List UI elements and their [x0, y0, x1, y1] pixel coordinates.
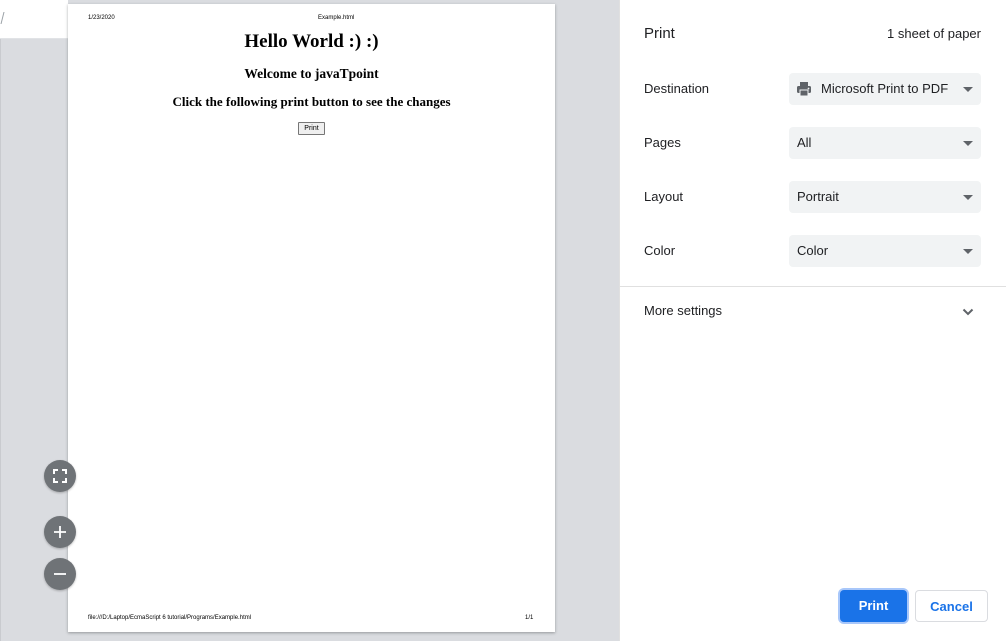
preview-print-button: Print [298, 122, 325, 135]
destination-value: Microsoft Print to PDF [821, 81, 949, 96]
print-preview-area: 1/23/2020 Example.html Hello World :) :)… [0, 0, 619, 641]
pages-select[interactable]: All [789, 127, 981, 159]
layout-select[interactable]: Portrait [789, 181, 981, 213]
fit-to-page-icon [53, 469, 67, 483]
color-label: Color [644, 243, 676, 258]
more-settings-toggle[interactable]: More settings [620, 287, 1006, 335]
chevron-down-icon [962, 308, 974, 316]
layout-value: Portrait [797, 189, 839, 204]
preview-page: 1/23/2020 Example.html Hello World :) :)… [68, 4, 555, 632]
page-header-date: 1/23/2020 [88, 15, 115, 21]
cancel-button[interactable]: Cancel [915, 590, 988, 622]
zoom-in-button[interactable] [44, 516, 76, 548]
print-button[interactable]: Print [840, 590, 907, 622]
print-settings-panel: Print 1 sheet of paper Destination Micro… [619, 0, 1006, 641]
page-footer-page-number: 1/1 [525, 615, 534, 621]
color-select[interactable]: Color [789, 235, 981, 267]
preview-heading-3: Click the following print button to see … [172, 94, 451, 109]
page-header-title: Example.html [318, 15, 355, 21]
color-value: Color [797, 243, 829, 258]
pages-value: All [797, 135, 812, 150]
destination-label: Destination [644, 81, 710, 96]
more-settings-label: More settings [644, 303, 723, 318]
plus-icon [54, 526, 66, 538]
printer-icon [797, 82, 811, 97]
preview-heading-1: Hello World :) :) [244, 31, 379, 52]
dropdown-arrow-icon [963, 87, 973, 92]
panel-title: Print [644, 25, 675, 42]
backdrop-edge [0, 0, 1, 641]
background-page-strip [0, 0, 68, 39]
pages-label: Pages [644, 135, 681, 150]
zoom-out-button[interactable] [44, 558, 76, 590]
minus-icon [54, 573, 66, 575]
fit-to-page-button[interactable] [44, 460, 76, 492]
layout-label: Layout [644, 189, 684, 204]
dropdown-arrow-icon [963, 195, 973, 200]
dropdown-arrow-icon [963, 249, 973, 254]
dropdown-arrow-icon [963, 141, 973, 146]
sheet-count: 1 sheet of paper [887, 26, 981, 41]
page-footer-url: file:///D:/Laptop/EcmaScript 6 tutorial/… [88, 615, 252, 621]
preview-heading-2: Welcome to javaTpoint [244, 66, 379, 81]
destination-select[interactable]: Microsoft Print to PDF [789, 73, 981, 105]
